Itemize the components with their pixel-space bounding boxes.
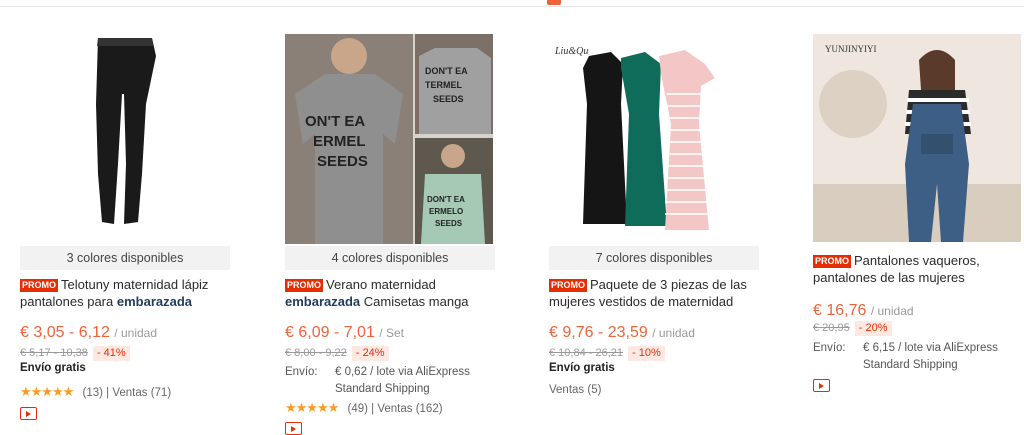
stats-separator: | <box>106 387 110 399</box>
product-card[interactable]: YUNJINYIYI PROMO Pantalones vaqueros, pan… <box>813 0 1024 429</box>
svg-text:Liu&Qu: Liu&Qu <box>554 46 588 57</box>
shipping-value: € 0,62 / lote via AliExpress Standard Shi… <box>335 364 470 398</box>
product-stats: ★★★★★ (49) | Ventas (162) <box>285 400 443 416</box>
product-card[interactable]: 3 colores disponibles PROMO Telotuny mate… <box>20 0 240 429</box>
title-keyword[interactable]: embarazada <box>285 294 360 309</box>
shipping-value: € 6,15 / lote via AliExpress Standard Shi… <box>863 340 998 374</box>
shipping-method: Standard Shipping <box>335 383 430 395</box>
svg-text:DON'T EA: DON'T EA <box>427 195 465 204</box>
old-price-value: € 10,84 - 26,21 <box>549 347 624 359</box>
svg-text:ERMELO: ERMELO <box>429 207 463 216</box>
price-unit: / unidad <box>114 326 157 340</box>
original-price: € 20,95 - 20% <box>813 321 892 336</box>
svg-text:SEEDS: SEEDS <box>435 219 463 228</box>
promo-badge: PROMO <box>813 255 852 268</box>
product-title[interactable]: PROMO Verano maternidad embarazada Camise… <box>285 276 500 310</box>
product-stats: ★★★★★ (13) | Ventas (71) <box>20 384 171 400</box>
video-play-icon[interactable] <box>813 379 830 392</box>
product-title[interactable]: PROMO Paquete de 3 piezas de las mujeres … <box>549 276 764 310</box>
product-card[interactable]: Liu&Qu 7 colores disponibles PROMO Paquet… <box>549 0 769 429</box>
svg-text:ON'T EA: ON'T EA <box>305 113 365 130</box>
price-unit: / unidad <box>870 304 914 318</box>
video-play-icon[interactable] <box>20 407 37 420</box>
shipping-label: Envío: <box>813 342 846 354</box>
shipping-method: Standard Shipping <box>863 359 958 371</box>
review-count[interactable]: (49) <box>347 403 367 415</box>
old-price-value: € 8,00 - 9,22 <box>285 347 347 359</box>
promo-badge: PROMO <box>285 279 324 292</box>
svg-text:SEEDS: SEEDS <box>433 94 464 104</box>
original-price: € 10,84 - 26,21 - 10% <box>549 346 665 361</box>
available-colors: 7 colores disponibles <box>549 246 759 270</box>
old-price-value: € 20,95 <box>813 322 850 334</box>
price-unit: / unidad <box>652 326 695 340</box>
product-title[interactable]: PROMO Pantalones vaqueros, pantalones de … <box>813 252 1024 286</box>
stats-separator: | <box>371 403 375 415</box>
product-image-dresses[interactable]: Liu&Qu <box>549 34 759 244</box>
shipping-info: Envío: € 0,62 / lote via AliExpress Standa… <box>285 364 470 398</box>
star-icon: ★★★★★ <box>285 400 339 415</box>
svg-text:SEEDS: SEEDS <box>317 153 368 170</box>
promo-badge: PROMO <box>20 279 59 292</box>
price-unit: / Set <box>379 326 404 340</box>
original-price: € 5,17 - 10,38 - 41% <box>20 346 130 361</box>
svg-text:TERMEL: TERMEL <box>425 80 463 90</box>
product-title-text-end[interactable]: Camisetas manga <box>360 294 469 309</box>
shipping-label: Envío: <box>285 366 318 378</box>
free-shipping: Envío gratis <box>20 362 86 374</box>
product-card[interactable]: ON'T EA ERMEL SEEDS DON'T EA TERMEL SEED… <box>285 0 505 435</box>
price-value: € 9,76 - 23,59 <box>549 324 648 341</box>
price: € 9,76 - 23,59 / unidad <box>549 324 695 342</box>
free-shipping: Envío gratis <box>549 362 615 374</box>
available-colors: 4 colores disponibles <box>285 246 495 270</box>
review-count[interactable]: (13) <box>82 387 102 399</box>
price-value: € 3,05 - 6,12 <box>20 324 110 341</box>
product-title[interactable]: PROMO Telotuny maternidad lápiz pantalone… <box>20 276 235 310</box>
discount-badge: - 41% <box>92 346 130 361</box>
product-image-leggings[interactable] <box>20 34 230 244</box>
shipping-cost: € 0,62 / lote via AliExpress <box>335 366 470 378</box>
shipping-info: Envío: € 6,15 / lote via AliExpress Standa… <box>813 340 998 374</box>
old-price-value: € 5,17 - 10,38 <box>20 347 88 359</box>
promo-badge: PROMO <box>549 279 588 292</box>
svg-text:ERMEL: ERMEL <box>313 133 366 150</box>
price: € 16,76 / unidad <box>813 302 914 320</box>
product-image-overalls[interactable]: YUNJINYIYI <box>813 34 1021 242</box>
available-colors: 3 colores disponibles <box>20 246 230 270</box>
orders-count: Ventas (162) <box>377 403 443 415</box>
svg-text:YUNJINYIYI: YUNJINYIYI <box>825 44 877 54</box>
price: € 3,05 - 6,12 / unidad <box>20 324 157 342</box>
price: € 6,09 - 7,01 / Set <box>285 324 404 342</box>
product-stats: Ventas (5) <box>549 384 601 396</box>
product-image-tshirt-collage[interactable]: ON'T EA ERMEL SEEDS DON'T EA TERMEL SEED… <box>285 34 493 244</box>
discount-badge: - 24% <box>351 346 389 361</box>
product-title-text[interactable]: Verano maternidad <box>326 277 436 292</box>
price-value: € 6,09 - 7,01 <box>285 324 375 341</box>
orders-count: Ventas (71) <box>112 387 172 399</box>
discount-badge: - 10% <box>628 346 665 361</box>
original-price: € 8,00 - 9,22 - 24% <box>285 346 389 361</box>
orders-count: Ventas (5) <box>549 384 602 396</box>
title-keyword[interactable]: embarazada <box>117 294 192 309</box>
discount-badge: - 20% <box>854 321 892 336</box>
star-icon: ★★★★★ <box>20 384 74 399</box>
price-value: € 16,76 <box>813 302 867 319</box>
shipping-cost: € 6,15 / lote via AliExpress <box>863 342 998 354</box>
svg-text:DON'T EA: DON'T EA <box>425 66 468 76</box>
